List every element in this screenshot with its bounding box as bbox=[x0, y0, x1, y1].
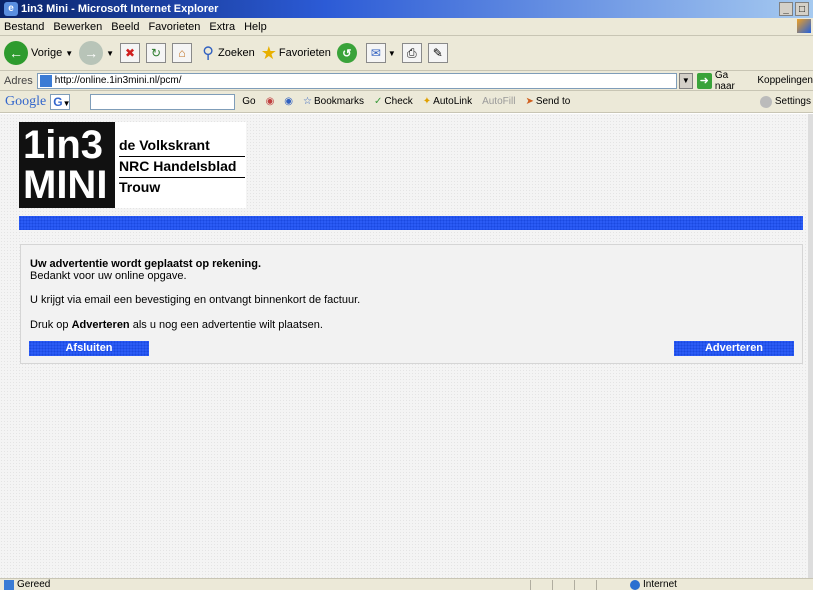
confirmation-panel: Uw advertentie wordt geplaatst op rekeni… bbox=[20, 244, 803, 364]
favorites-button[interactable]: ★ Favorieten bbox=[261, 43, 331, 64]
menu-bestand[interactable]: Bestand bbox=[4, 21, 44, 33]
back-arrow-icon: ← bbox=[4, 41, 28, 65]
forward-button[interactable]: → ▼ bbox=[79, 41, 114, 65]
page-content: 1in3 MINI de Volkskrant NRC Handelsblad … bbox=[0, 114, 808, 578]
newspaper-list: de Volkskrant NRC Handelsblad Trouw bbox=[115, 122, 245, 208]
edit-button[interactable]: ✎ bbox=[427, 43, 448, 63]
menu-bar: Bestand Bewerken Beeld Favorieten Extra … bbox=[0, 18, 813, 36]
stop-button[interactable]: ✖ bbox=[120, 43, 141, 63]
home-button[interactable]: ⌂ bbox=[172, 43, 193, 63]
address-dropdown-icon[interactable]: ▼ bbox=[679, 72, 693, 89]
sendto-icon: ➤ bbox=[525, 96, 534, 107]
back-label: Vorige bbox=[31, 47, 63, 59]
go-label: Ga naar bbox=[714, 69, 735, 92]
back-button[interactable]: ← Vorige ▼ bbox=[4, 41, 73, 65]
1in3-mini-logo: 1in3 MINI de Volkskrant NRC Handelsblad … bbox=[19, 122, 246, 208]
vertical-scrollbar[interactable] bbox=[808, 114, 813, 578]
autofill-button[interactable]: AutoFill bbox=[482, 96, 515, 107]
window-title: 1in3 Mini - Microsoft Internet Explorer bbox=[21, 3, 219, 15]
refresh-icon: ↻ bbox=[146, 43, 167, 63]
home-icon: ⌂ bbox=[172, 43, 193, 63]
logo-line1: 1in3 bbox=[23, 123, 104, 167]
settings-button[interactable]: Settings bbox=[759, 95, 811, 108]
window-controls: _ □ bbox=[779, 2, 809, 16]
window-titlebar: e 1in3 Mini - Microsoft Internet Explore… bbox=[0, 0, 813, 18]
address-url: http://online.1in3mini.nl/pcm/ bbox=[54, 75, 182, 86]
favorites-label: Favorieten bbox=[278, 47, 331, 59]
logo-line2: MINI bbox=[23, 163, 108, 207]
sendto-button[interactable]: ➤ Send to bbox=[525, 96, 570, 107]
settings-icon bbox=[759, 95, 772, 108]
google-logo: Google bbox=[5, 93, 47, 109]
search-label: Zoeken bbox=[218, 47, 255, 59]
mail-icon: ✉ bbox=[365, 43, 386, 63]
pagerank-icon[interactable]: ◉ bbox=[284, 96, 293, 107]
close-button[interactable]: Afsluiten bbox=[29, 341, 149, 356]
back-dropdown-icon[interactable]: ▼ bbox=[65, 49, 73, 58]
search-icon: ⚲ bbox=[202, 45, 214, 62]
status-bar: Gereed Internet bbox=[0, 578, 813, 590]
menu-help[interactable]: Help bbox=[244, 21, 267, 33]
spellcheck-icon: ✓ bbox=[374, 96, 383, 107]
history-button[interactable]: ↺ bbox=[336, 43, 360, 63]
security-zone: Internet bbox=[630, 579, 677, 590]
links-button[interactable]: Koppelingen bbox=[757, 75, 813, 86]
menu-extra[interactable]: Extra bbox=[209, 21, 235, 33]
menu-favorieten[interactable]: Favorieten bbox=[148, 21, 200, 33]
zone-label: Internet bbox=[643, 579, 677, 590]
edit-icon: ✎ bbox=[427, 43, 448, 63]
confirmation-text: U krijgt via email een bevestiging en on… bbox=[30, 294, 361, 306]
address-bar: Adres http://online.1in3mini.nl/pcm/ ▼ ➜… bbox=[0, 69, 813, 92]
star-icon: ★ bbox=[260, 42, 277, 63]
minimize-button[interactable]: _ bbox=[779, 2, 793, 16]
google-go-button[interactable]: Go bbox=[242, 96, 255, 107]
settings-label: Settings bbox=[774, 96, 811, 107]
refresh-button[interactable]: ↻ bbox=[146, 43, 167, 63]
google-toolbar: Google G▼ Go ◉ ◉ ☆ Bookmarks ✓ Check ✦ Auto… bbox=[0, 91, 813, 113]
newspaper-nrc: NRC Handelsblad bbox=[119, 157, 245, 178]
newspaper-trouw: Trouw bbox=[119, 179, 161, 195]
confirmation-heading: Uw advertentie wordt geplaatst op rekeni… bbox=[30, 258, 262, 270]
print-icon: ⎙ bbox=[401, 43, 422, 63]
google-search-input[interactable] bbox=[90, 93, 236, 110]
logo-mark: 1in3 MINI bbox=[19, 122, 115, 208]
page-icon bbox=[39, 74, 52, 87]
menu-beeld[interactable]: Beeld bbox=[111, 21, 139, 33]
autolink-button[interactable]: ✦ AutoLink bbox=[423, 96, 472, 107]
go-arrow-icon: ➜ bbox=[696, 72, 712, 89]
stop-icon: ✖ bbox=[120, 43, 141, 63]
spellcheck-button[interactable]: ✓ Check bbox=[374, 96, 413, 107]
windows-logo-icon bbox=[797, 19, 811, 33]
newspaper-volkskrant: de Volkskrant bbox=[119, 136, 245, 157]
forward-arrow-icon: → bbox=[79, 41, 104, 65]
mail-button[interactable]: ✉ ▼ bbox=[365, 43, 396, 63]
menu-bewerken[interactable]: Bewerken bbox=[53, 21, 102, 33]
bookmarks-button[interactable]: ☆ Bookmarks bbox=[303, 96, 364, 107]
thanks-text: Bedankt voor uw online opgave. bbox=[30, 270, 187, 282]
print-button[interactable]: ⎙ bbox=[401, 43, 422, 63]
instruction-text: Druk op Adverteren als u nog een adverte… bbox=[30, 319, 323, 331]
bookmark-star-icon: ☆ bbox=[303, 96, 312, 107]
status-page-icon bbox=[4, 579, 14, 590]
history-icon: ↺ bbox=[336, 43, 357, 63]
mail-dropdown-icon[interactable]: ▼ bbox=[388, 49, 396, 58]
address-label: Adres bbox=[4, 74, 33, 87]
maximize-button[interactable]: □ bbox=[795, 2, 809, 16]
standard-toolbar: ← Vorige ▼ → ▼ ✖ ↻ ⌂ ⚲ Zoeken ★ Favoriet… bbox=[0, 36, 813, 71]
google-menu-button[interactable]: G▼ bbox=[50, 93, 70, 110]
popup-blocker-icon[interactable]: ◉ bbox=[266, 96, 275, 107]
header-divider-bar bbox=[19, 216, 803, 230]
status-panels bbox=[530, 580, 618, 590]
advertise-button[interactable]: Adverteren bbox=[674, 341, 794, 356]
autolink-icon: ✦ bbox=[422, 96, 432, 107]
go-button[interactable]: ➜ Ga naar bbox=[696, 69, 750, 92]
status-text: Gereed bbox=[17, 579, 51, 590]
ie-icon: e bbox=[4, 2, 18, 16]
address-input[interactable]: http://online.1in3mini.nl/pcm/ bbox=[36, 72, 678, 89]
globe-icon bbox=[630, 579, 640, 590]
search-button[interactable]: ⚲ Zoeken bbox=[198, 43, 255, 63]
forward-dropdown-icon[interactable]: ▼ bbox=[106, 49, 114, 58]
